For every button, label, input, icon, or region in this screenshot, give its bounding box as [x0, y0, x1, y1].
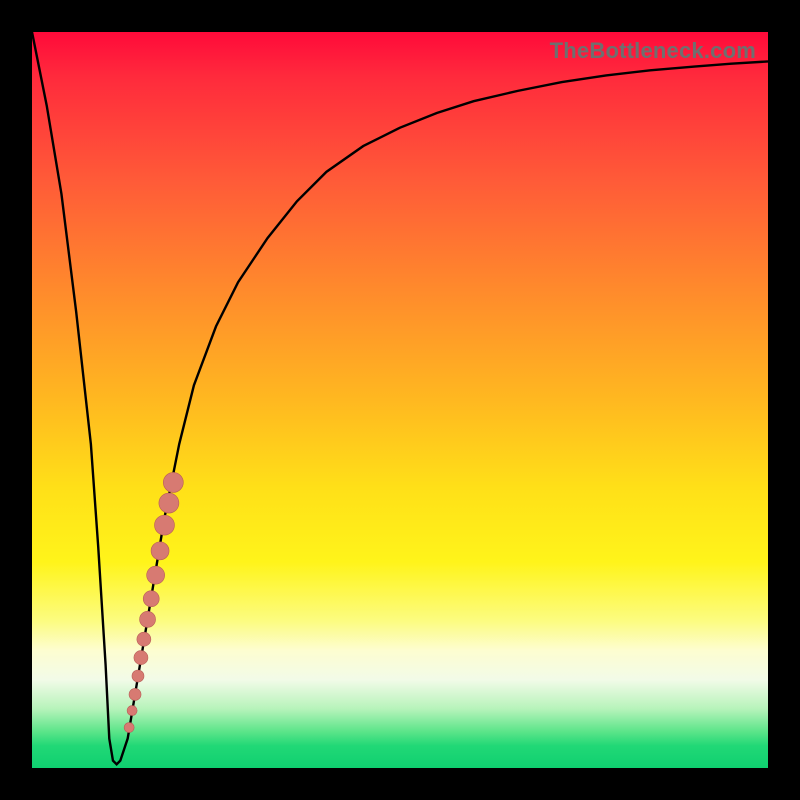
- highlight-dot: [132, 670, 144, 682]
- highlight-dot: [124, 723, 134, 733]
- highlight-dot: [127, 706, 137, 716]
- highlight-dot: [151, 542, 169, 560]
- highlight-dot: [134, 651, 148, 665]
- highlight-dot: [147, 566, 165, 584]
- highlight-dot: [154, 515, 174, 535]
- highlight-dot: [129, 688, 141, 700]
- highlight-dot: [159, 493, 179, 513]
- plot-area: TheBottleneck.com: [32, 32, 768, 768]
- bottleneck-curve-svg: [32, 32, 768, 768]
- highlight-dot: [137, 632, 151, 646]
- highlight-dot: [143, 591, 159, 607]
- chart-frame: TheBottleneck.com: [0, 0, 800, 800]
- highlight-dots-group: [124, 472, 183, 732]
- highlight-dot: [163, 472, 183, 492]
- highlight-dot: [140, 611, 156, 627]
